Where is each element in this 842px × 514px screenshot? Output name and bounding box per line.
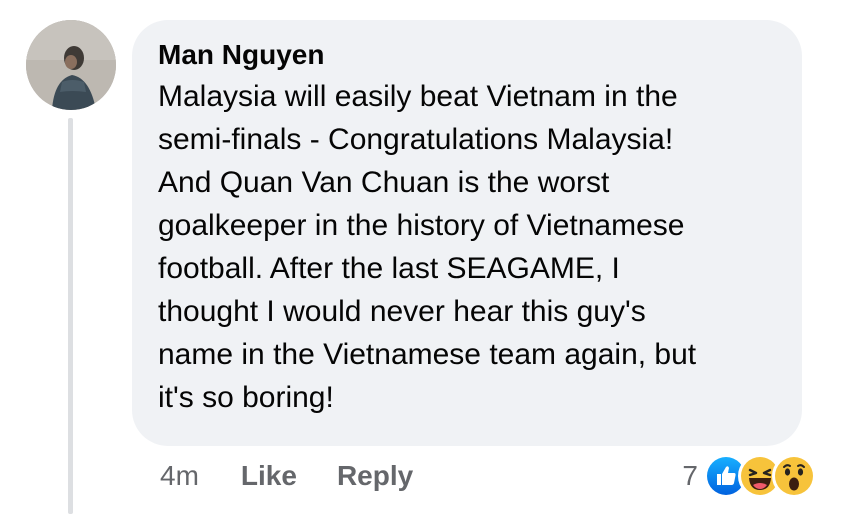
reply-button[interactable]: Reply: [337, 460, 413, 492]
avatar-image: [26, 20, 116, 110]
wow-reaction-icon: [772, 454, 816, 498]
avatar[interactable]: [26, 20, 116, 110]
comment-actions: 4m Like Reply: [160, 458, 453, 494]
thread-line: [68, 118, 73, 514]
comment-thread: Man Nguyen Malaysia will easily beat Vie…: [0, 0, 842, 514]
comment-bubble: Man Nguyen Malaysia will easily beat Vie…: [132, 20, 802, 446]
reaction-icons: [704, 454, 816, 498]
author-name[interactable]: Man Nguyen: [158, 38, 776, 72]
like-button[interactable]: Like: [241, 460, 297, 492]
timestamp[interactable]: 4m: [160, 460, 199, 492]
comment-text: Malaysia will easily beat Vietnam in the…: [158, 80, 697, 414]
reaction-summary[interactable]: 7: [682, 454, 816, 498]
reaction-count: 7: [682, 460, 698, 491]
